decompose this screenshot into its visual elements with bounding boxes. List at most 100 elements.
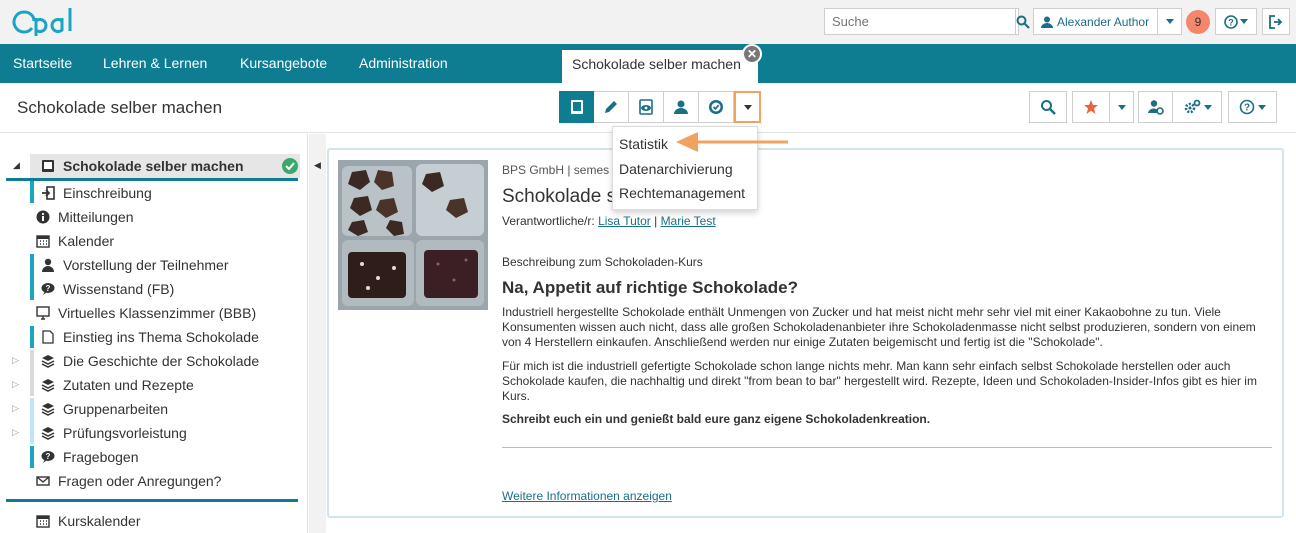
- nav-startseite[interactable]: Startseite: [13, 55, 72, 71]
- expand-icon[interactable]: ▷: [12, 355, 19, 366]
- tree-item-gruppenarbeiten[interactable]: Gruppenarbeiten: [40, 397, 168, 421]
- assessment-button[interactable]: [699, 91, 734, 123]
- favorite-dropdown-button[interactable]: [1109, 91, 1134, 123]
- nav-administration[interactable]: Administration: [359, 55, 448, 71]
- tree-item-geschichte[interactable]: Die Geschichte der Schokolade: [40, 349, 259, 373]
- course-responsible: Verantwortliche/r: Lisa Tutor | Marie Te…: [502, 214, 716, 228]
- tree-bar: [30, 398, 34, 444]
- tree-bar: [30, 181, 34, 203]
- tree-item-label: Die Geschichte der Schokolade: [63, 353, 260, 369]
- svg-text:?: ?: [46, 284, 51, 293]
- nav-lehren-lernen[interactable]: Lehren & Lernen: [103, 55, 207, 71]
- layers-icon: [40, 377, 56, 393]
- expand-icon[interactable]: ▷: [12, 403, 19, 414]
- enrollment-icon: [40, 185, 56, 201]
- layers-icon: [40, 401, 56, 417]
- forum-icon: ?: [40, 449, 56, 465]
- tree-item-label: Gruppenarbeiten: [63, 401, 169, 417]
- tree-item-klassenzimmer[interactable]: Virtuelles Klassenzimmer (BBB): [35, 301, 256, 325]
- tree-item-wissenstand[interactable]: ? Wissenstand (FB): [40, 277, 174, 301]
- close-tab-button[interactable]: ✕: [742, 44, 762, 64]
- course-editor-button[interactable]: [594, 91, 629, 123]
- search-icon: [1041, 100, 1056, 115]
- user-gear-icon: [1147, 100, 1164, 115]
- search-box: [824, 8, 1030, 35]
- calendar-icon: [35, 233, 51, 249]
- tree-item-label: Prüfungsvorleistung: [63, 425, 187, 441]
- search-input[interactable]: [825, 9, 1015, 34]
- tree-item-label: Einstieg ins Thema Schokolade: [63, 329, 259, 345]
- user-icon: [40, 257, 56, 273]
- expand-icon[interactable]: ▷: [12, 379, 19, 390]
- user-menu-button[interactable]: Alexander Author: [1033, 8, 1182, 35]
- layers-icon: [40, 425, 56, 441]
- tree-item-label: Fragen oder Anregungen?: [58, 473, 222, 489]
- tree-item-label: Zutaten und Rezepte: [63, 377, 194, 393]
- logout-icon: [1269, 14, 1283, 29]
- collapse-root-icon[interactable]: ◢: [13, 160, 20, 171]
- responsible-label: Verantwortliche/r:: [502, 214, 595, 228]
- tree-root-label: Schokolade selber machen: [63, 158, 244, 174]
- search-icon: [1016, 15, 1030, 29]
- star-icon: [1084, 100, 1098, 114]
- tree-item-label: Wissenstand (FB): [63, 281, 175, 297]
- course-help-button[interactable]: ?: [1228, 91, 1277, 123]
- annotation-arrow-icon: [676, 132, 788, 152]
- responsible-link-lisa[interactable]: Lisa Tutor: [598, 214, 651, 228]
- user-icon: [1041, 16, 1053, 28]
- tree-item-kalender[interactable]: Kalender: [35, 229, 114, 253]
- user-settings-button[interactable]: [1138, 91, 1173, 123]
- sidebar-collapse-handle[interactable]: ◀: [309, 134, 326, 533]
- course-image: [338, 160, 488, 310]
- tree-item-fragen[interactable]: Fragen oder Anregungen?: [35, 469, 221, 493]
- description-paragraph-1: Industriell hergestellte Schokolade enth…: [502, 305, 1256, 349]
- svg-text:?: ?: [46, 452, 51, 461]
- mail-icon: [35, 473, 51, 489]
- more-info-link[interactable]: Weitere Informationen anzeigen: [502, 489, 672, 503]
- tree-item-einschreibung[interactable]: Einschreibung: [40, 181, 152, 205]
- calendar-icon: [35, 513, 51, 529]
- course-view-button[interactable]: [559, 91, 594, 123]
- notification-badge[interactable]: 9: [1186, 10, 1210, 34]
- nav-kursangebote[interactable]: Kursangebote: [240, 55, 327, 71]
- svg-text:?: ?: [1244, 103, 1250, 114]
- settings-dropdown-button[interactable]: [1172, 91, 1222, 123]
- members-icon: [674, 100, 688, 114]
- menu-item-datenarchivierung[interactable]: Datenarchivierung: [613, 158, 757, 183]
- top-bar: Alexander Author 9 ?: [0, 0, 1296, 44]
- tree-item-kurskalender[interactable]: Kurskalender: [35, 509, 141, 533]
- help-icon: ?: [1224, 14, 1238, 29]
- caret-down-icon: [743, 104, 752, 110]
- tree-root[interactable]: Schokolade selber machen: [40, 154, 244, 178]
- more-tools-dropdown-button[interactable]: [734, 91, 761, 123]
- help-button[interactable]: ?: [1215, 8, 1257, 35]
- tree-bar: [30, 446, 34, 468]
- tree-item-pruefungsvorleistung[interactable]: Prüfungsvorleistung: [40, 421, 187, 445]
- close-icon: ✕: [746, 47, 758, 61]
- check-circle-icon: [282, 158, 298, 174]
- menu-item-rechtemanagement[interactable]: Rechtemanagement: [613, 182, 757, 207]
- logout-button[interactable]: [1262, 8, 1290, 35]
- responsible-link-marie[interactable]: Marie Test: [661, 214, 716, 228]
- user-name: Alexander Author: [1057, 14, 1150, 29]
- members-button[interactable]: [664, 91, 699, 123]
- course-search-button[interactable]: [1029, 91, 1067, 123]
- opal-logo[interactable]: [6, 4, 86, 40]
- pencil-icon: [605, 101, 617, 113]
- tree-item-einstieg[interactable]: Einstieg ins Thema Schokolade: [40, 325, 259, 349]
- tree-item-vorstellung[interactable]: Vorstellung der Teilnehmer: [40, 253, 229, 277]
- search-button[interactable]: [1015, 9, 1030, 34]
- tree-item-mitteilungen[interactable]: Mitteilungen: [35, 205, 134, 229]
- user-name-area[interactable]: Alexander Author: [1034, 15, 1157, 29]
- user-menu-caret[interactable]: [1157, 9, 1181, 34]
- expand-icon[interactable]: ▷: [12, 427, 19, 438]
- favorite-button[interactable]: [1072, 91, 1110, 123]
- tree-item-zutaten[interactable]: Zutaten und Rezepte: [40, 373, 194, 397]
- tree-item-label: Kalender: [58, 233, 115, 249]
- tree-item-label: Mitteilungen: [58, 209, 134, 225]
- svg-text:?: ?: [1228, 17, 1234, 27]
- tab-course[interactable]: Schokolade selber machen: [562, 50, 758, 83]
- tree-item-label: Vorstellung der Teilnehmer: [63, 257, 229, 273]
- tree-item-fragebogen[interactable]: ? Fragebogen: [40, 445, 139, 469]
- preview-button[interactable]: [629, 91, 664, 123]
